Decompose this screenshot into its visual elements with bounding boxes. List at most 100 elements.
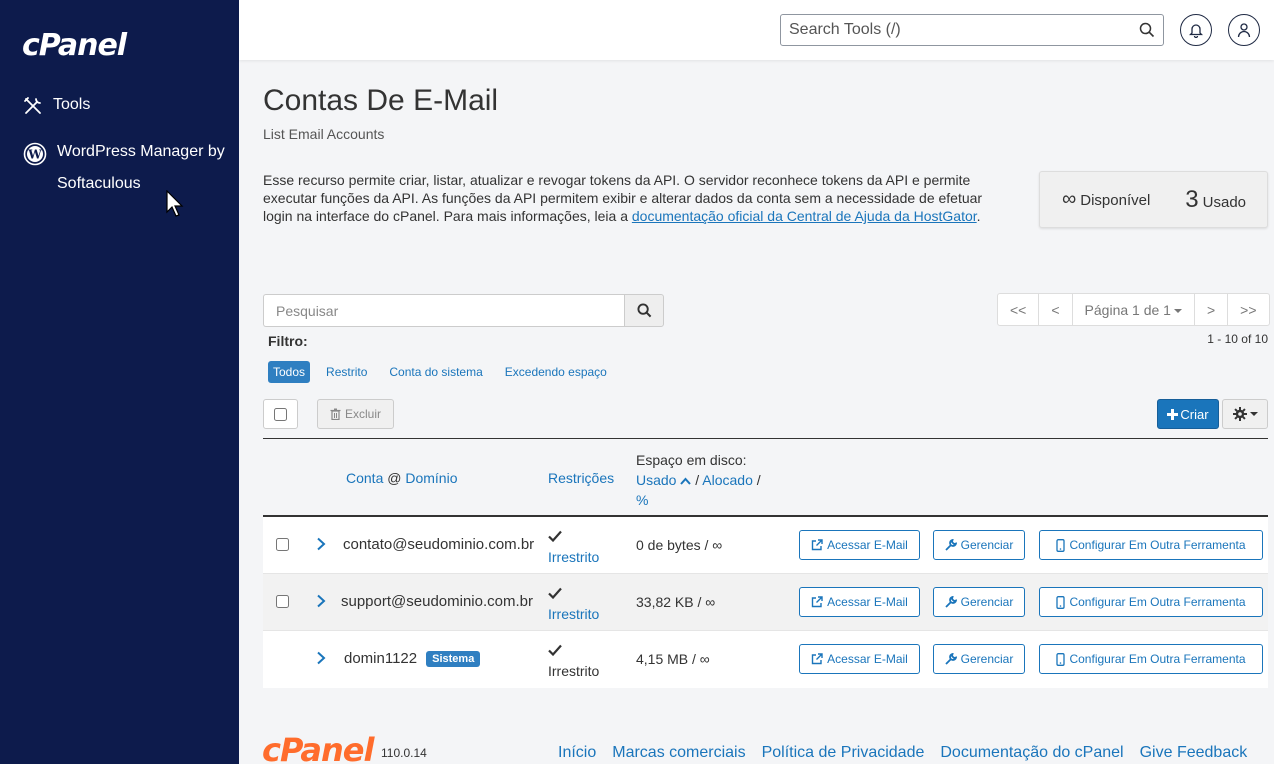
row-checkbox[interactable]: [276, 538, 289, 551]
pager-first-button[interactable]: <<: [998, 294, 1040, 325]
user-icon: [1237, 23, 1251, 38]
checkmark-icon: [548, 530, 562, 543]
delete-label: Excluir: [344, 407, 381, 421]
restriction-cell: Irrestrito: [548, 584, 599, 624]
footer-link-documentacao[interactable]: Documentação do cPanel: [940, 744, 1123, 762]
mobile-icon: [1056, 595, 1066, 609]
notifications-button[interactable]: [1180, 14, 1212, 46]
chevron-right-icon[interactable]: [316, 594, 326, 608]
chevron-right-icon[interactable]: [316, 537, 326, 551]
documentation-link[interactable]: documentação oficial da Central de Ajuda…: [632, 208, 977, 224]
access-email-button[interactable]: Acessar E-Mail: [799, 530, 920, 560]
pagination: << < Página 1 de 1 > >>: [997, 293, 1270, 326]
sidebar: cPanel Tools W WordPress Manager by Soft…: [0, 0, 239, 764]
account-name: domin1122: [344, 650, 418, 667]
trash-icon: [330, 408, 341, 420]
create-button[interactable]: Criar: [1157, 399, 1219, 429]
sort-percent-link[interactable]: %: [636, 492, 648, 508]
bell-icon: [1189, 24, 1203, 38]
table-row: support@seudominio.com.br Irrestrito 33,…: [263, 574, 1268, 631]
configure-label: Configurar Em Outra Ferramenta: [1069, 652, 1246, 666]
sort-alocado-link[interactable]: Alocado: [702, 472, 753, 488]
sidebar-item-tools[interactable]: Tools: [23, 96, 90, 116]
header-conta-dominio: Conta @ Domínio: [346, 470, 458, 486]
pager-page-label: Página 1 de 1: [1084, 301, 1171, 318]
mobile-icon: [1056, 538, 1066, 552]
filter-restrito[interactable]: Restrito: [315, 361, 378, 383]
external-link-icon: [811, 653, 823, 665]
restriction-link[interactable]: Irrestrito: [548, 606, 599, 622]
access-email-label: Acessar E-Mail: [827, 652, 908, 666]
search-tools-input[interactable]: [781, 21, 1131, 39]
gear-icon: [1232, 407, 1247, 421]
sort-dominio-link[interactable]: Domínio: [405, 470, 457, 486]
cpanel-logo[interactable]: cPanel: [22, 28, 127, 63]
configure-other-tool-button[interactable]: Configurar Em Outra Ferramenta: [1039, 644, 1263, 674]
row-checkbox[interactable]: [276, 595, 289, 608]
wrench-icon: [945, 653, 957, 665]
select-all: [263, 399, 298, 429]
page-description: Esse recurso permite criar, listar, atua…: [263, 171, 1008, 225]
footer-link-privacidade[interactable]: Política de Privacidade: [762, 744, 925, 762]
configure-label: Configurar Em Outra Ferramenta: [1069, 595, 1246, 609]
stat-available: ∞ Disponível: [1062, 188, 1150, 211]
pager-last-button[interactable]: >>: [1228, 294, 1268, 325]
access-email-button[interactable]: Acessar E-Mail: [799, 644, 920, 674]
footer-link-marcas[interactable]: Marcas comerciais: [612, 744, 745, 762]
configure-other-tool-button[interactable]: Configurar Em Outra Ferramenta: [1039, 530, 1263, 560]
restriction-cell: Irrestrito: [548, 641, 599, 681]
filter-todos[interactable]: Todos: [268, 361, 311, 383]
sort-conta-link[interactable]: Conta: [346, 470, 383, 486]
search-icon[interactable]: [1139, 22, 1155, 38]
accounts-stats: ∞ Disponível 3 Usado: [1039, 171, 1268, 228]
access-email-button[interactable]: Acessar E-Mail: [799, 587, 920, 617]
access-email-label: Acessar E-Mail: [827, 595, 908, 609]
account-search-button[interactable]: [624, 294, 664, 327]
mouse-cursor-icon: [166, 190, 184, 217]
user-menu-button[interactable]: [1228, 14, 1260, 46]
sort-usado-link[interactable]: Usado: [636, 472, 676, 488]
sidebar-item-wordpress[interactable]: W WordPress Manager by Softaculous: [23, 142, 228, 200]
manage-button[interactable]: Gerenciar: [933, 530, 1025, 560]
checkmark-icon: [548, 644, 562, 657]
access-email-label: Acessar E-Mail: [827, 538, 908, 552]
configure-other-tool-button[interactable]: Configurar Em Outra Ferramenta: [1039, 587, 1263, 617]
chevron-up-icon: [680, 477, 692, 485]
select-all-checkbox[interactable]: [274, 407, 287, 421]
configure-label: Configurar Em Outra Ferramenta: [1069, 538, 1246, 552]
header-espaco: Espaço em disco: Usado / Alocado / %: [636, 452, 761, 508]
chevron-right-icon[interactable]: [316, 651, 326, 665]
footer-link-inicio[interactable]: Início: [558, 744, 596, 762]
footer-cpanel-logo[interactable]: cPanel: [262, 731, 374, 764]
manage-button[interactable]: Gerenciar: [933, 587, 1025, 617]
account-name: support@seudominio.com.br: [341, 593, 533, 610]
filter-label: Filtro:: [268, 333, 308, 349]
account-name: contato@seudominio.com.br: [343, 536, 535, 553]
disk-usage: 4,15 MB / ∞: [636, 651, 710, 667]
account-search-input[interactable]: [263, 294, 624, 327]
filter-excedendo-espaco[interactable]: Excedendo espaço: [494, 361, 618, 383]
pager-next-button[interactable]: >: [1195, 294, 1229, 325]
restriction-text: Irrestrito: [548, 663, 600, 679]
footer-link-feedback[interactable]: Give Feedback: [1140, 744, 1248, 762]
top-bar: [239, 0, 1274, 60]
table-row: contato@seudominio.com.br Irrestrito 0 d…: [263, 517, 1268, 574]
disk-usage: 33,82 KB / ∞: [636, 594, 716, 610]
caret-down-icon: [1173, 308, 1182, 313]
restriction-link[interactable]: Irrestrito: [548, 549, 599, 565]
pager-prev-button[interactable]: <: [1039, 294, 1073, 325]
email-accounts-table: Conta @ Domínio Restrições Espaço em dis…: [263, 438, 1268, 688]
system-badge: Sistema: [426, 651, 481, 667]
external-link-icon: [811, 596, 823, 608]
sort-restricoes-link[interactable]: Restrições: [548, 470, 614, 486]
cpanel-version: 110.0.14: [381, 746, 427, 760]
pager-page-select[interactable]: Página 1 de 1: [1073, 294, 1195, 325]
delete-button[interactable]: Excluir: [317, 399, 394, 429]
plus-icon: [1167, 408, 1179, 420]
manage-button[interactable]: Gerenciar: [933, 644, 1025, 674]
settings-dropdown-button[interactable]: [1222, 399, 1268, 429]
table-header: Conta @ Domínio Restrições Espaço em dis…: [263, 438, 1268, 517]
filter-conta-sistema[interactable]: Conta do sistema: [378, 361, 493, 383]
svg-text:W: W: [27, 148, 42, 162]
wrench-icon: [945, 539, 957, 551]
